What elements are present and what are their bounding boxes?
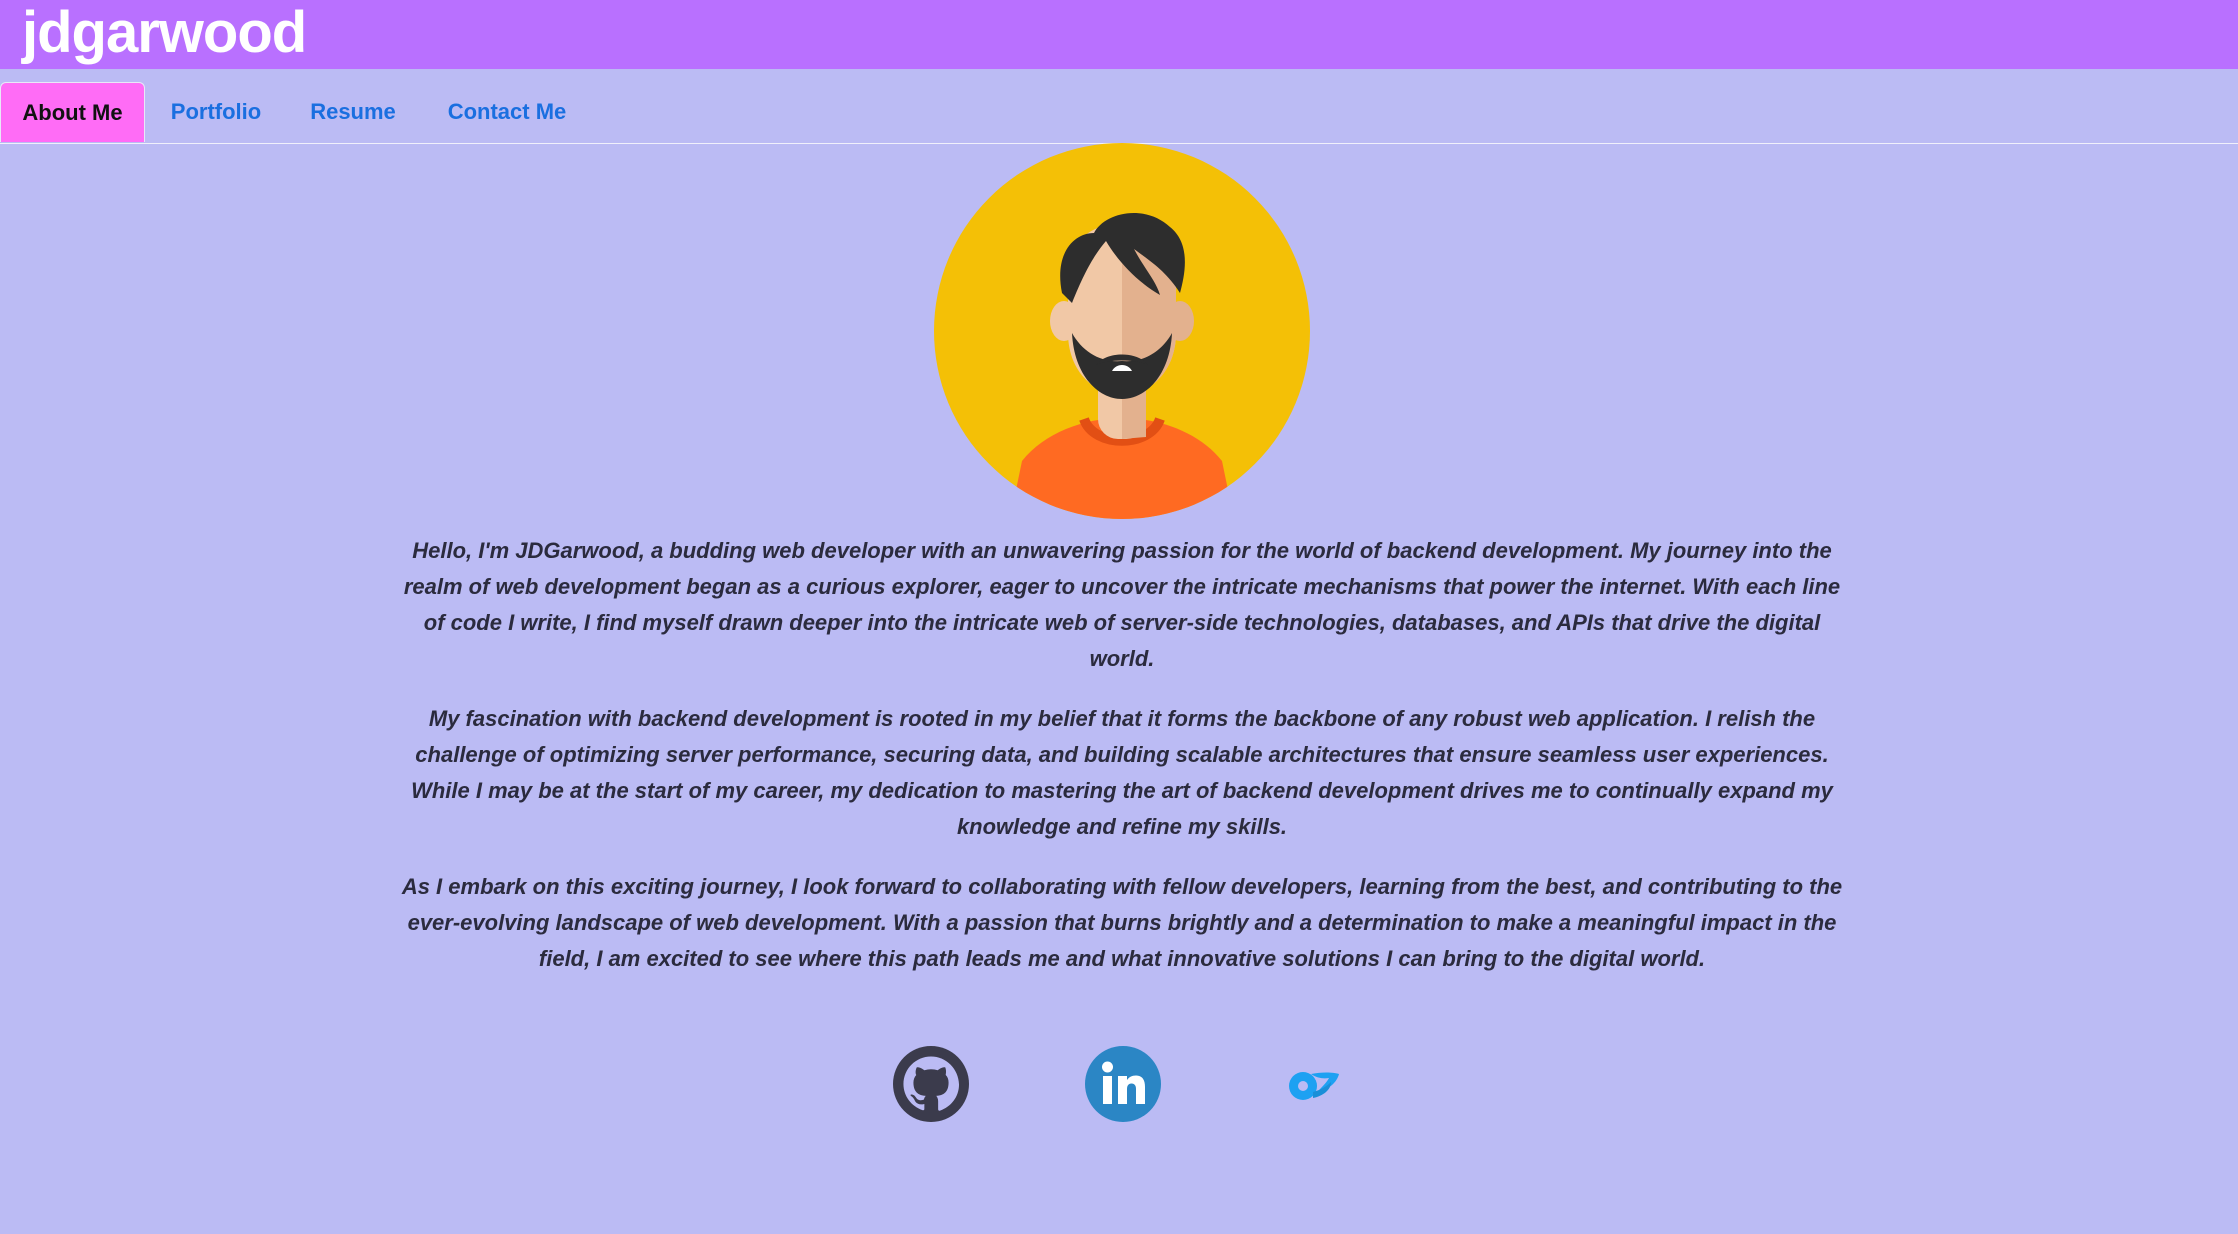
tab-about-me[interactable]: About Me	[0, 82, 145, 142]
about-bio: Hello, I'm JDGarwood, a budding web deve…	[392, 533, 1852, 1001]
bio-paragraph-2: My fascination with backend development …	[411, 706, 1833, 839]
nav-tabs: About Me Portfolio Resume Contact Me	[0, 69, 2238, 144]
github-icon	[893, 1046, 969, 1122]
bearded-man-avatar-icon	[934, 143, 1310, 519]
tab-contact-me[interactable]: Contact Me	[434, 82, 580, 141]
tab-resume[interactable]: Resume	[297, 82, 409, 141]
onlyfans-link[interactable]	[1277, 1046, 1353, 1122]
bio-paragraph-1: Hello, I'm JDGarwood, a budding web deve…	[403, 538, 1841, 671]
linkedin-icon	[1085, 1046, 1161, 1122]
bio-paragraph-3: As I embark on this exciting journey, I …	[401, 874, 1843, 971]
site-brand[interactable]: jdgarwood	[22, 0, 307, 69]
linkedin-link[interactable]	[1085, 1046, 1161, 1122]
onlyfans-icon	[1289, 1072, 1339, 1100]
github-link[interactable]	[893, 1046, 969, 1122]
tab-portfolio[interactable]: Portfolio	[159, 82, 273, 141]
top-bar: jdgarwood	[0, 0, 2238, 69]
